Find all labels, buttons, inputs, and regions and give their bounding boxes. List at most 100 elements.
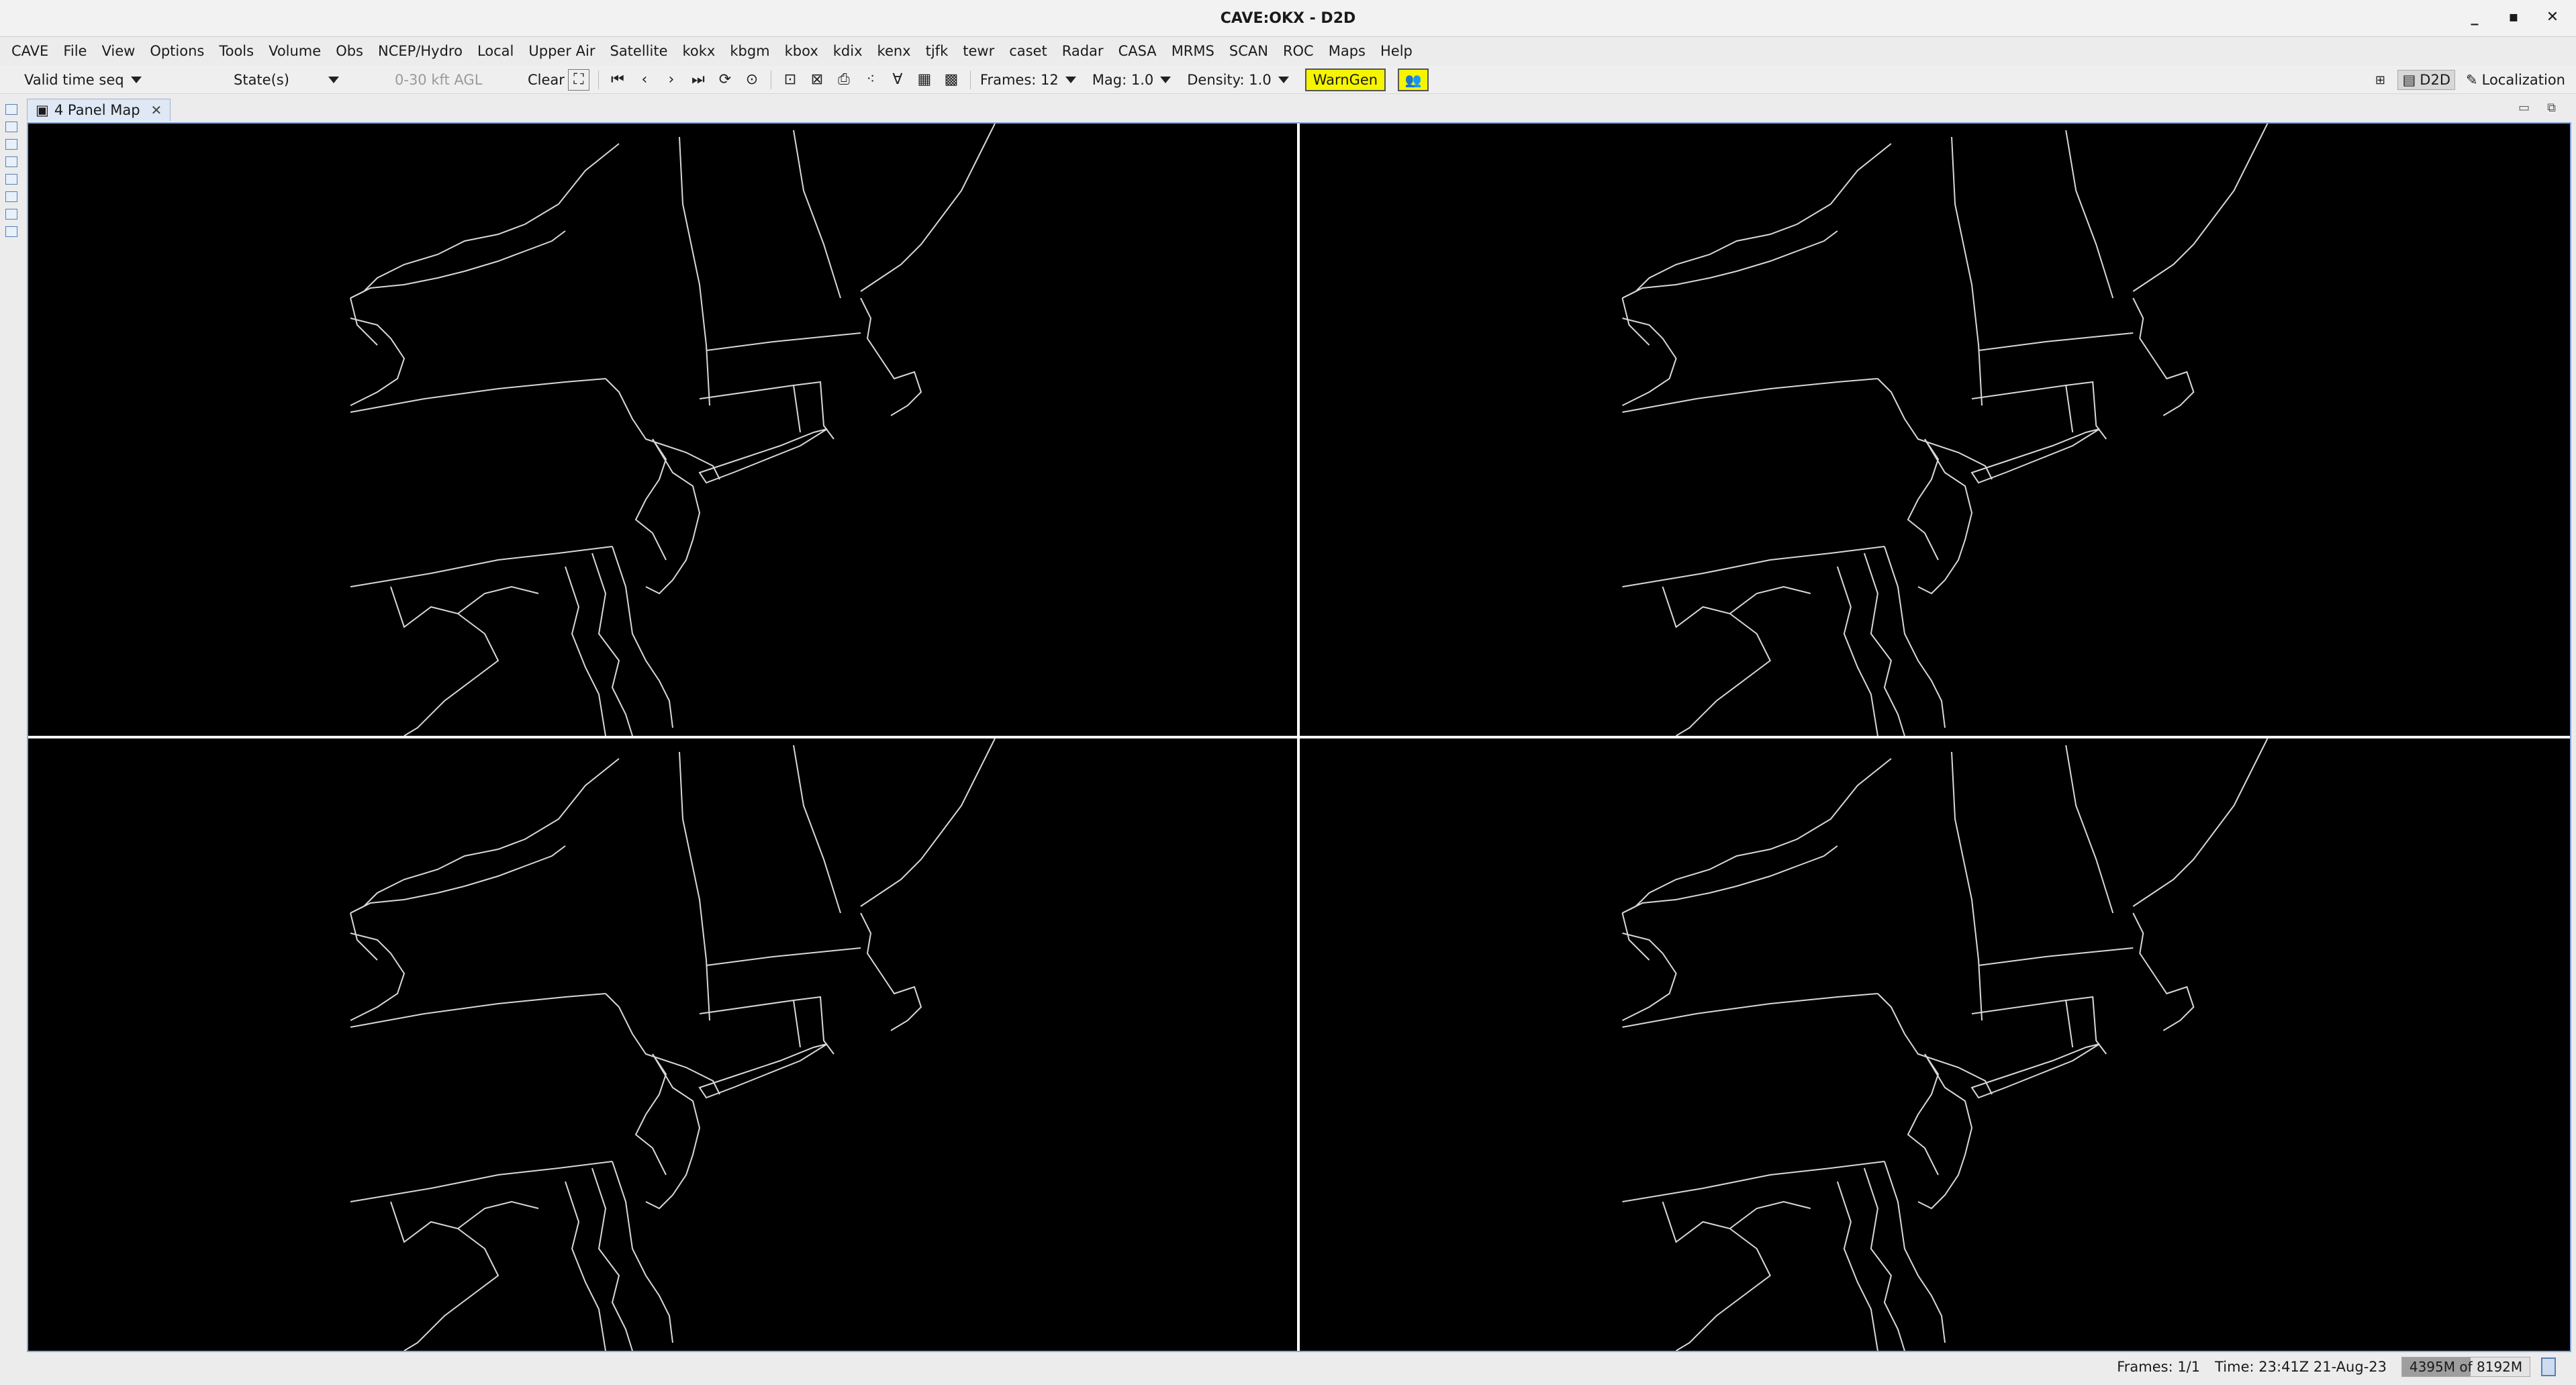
panel-layout-icon[interactable]: ▦ [914, 70, 935, 90]
warngen-button[interactable]: WarnGen [1304, 68, 1386, 91]
full-extent-icon[interactable]: ⛶ [567, 68, 589, 91]
perspective-localization[interactable]: ✎ Localization [2462, 70, 2569, 89]
minimized-view-icon[interactable] [5, 122, 17, 132]
time-status: Time: 23:41Z 21-Aug-23 [2215, 1359, 2387, 1375]
close-icon[interactable]: ✕ [2541, 5, 2564, 28]
menu-casa[interactable]: CASA [1111, 43, 1164, 59]
loop-mode-dropdown[interactable]: Valid time seq [24, 72, 158, 88]
memory-indicator: 4395M of 8192M [2401, 1357, 2530, 1377]
minimize-icon[interactable]: _ [2463, 5, 2486, 28]
menu-view[interactable]: View [94, 43, 142, 59]
menu-volume[interactable]: Volume [261, 43, 328, 59]
garbage-collect-icon[interactable] [2541, 1357, 2556, 1376]
frames-dropdown[interactable]: Frames: 12 [980, 72, 1076, 88]
density-value: Density: 1.0 [1187, 71, 1272, 88]
minimized-view-icon[interactable] [5, 191, 17, 202]
menu-kbox[interactable]: kbox [777, 43, 826, 59]
toolbar-separator [598, 70, 599, 89]
baselines-icon[interactable]: ∀ [888, 70, 908, 90]
quick-launch-button[interactable]: 👥 [1398, 68, 1429, 91]
refresh-icon[interactable]: ⊙ [742, 70, 762, 90]
density-dropdown[interactable]: Density: 1.0 [1187, 71, 1289, 88]
loop-mode-value: Valid time seq [24, 71, 124, 88]
editor-tabs: ▣ 4 Panel Map ✕ [27, 97, 171, 122]
next-frame-icon[interactable]: › [661, 70, 681, 90]
perspective-localization-label: Localization [2481, 72, 2565, 88]
scope-value: State(s) [234, 71, 289, 88]
window-titlebar: CAVE:OKX - D2D _ ▪ ✕ [0, 0, 2576, 37]
menu-roc[interactable]: ROC [1276, 43, 1321, 59]
perspective-d2d-label: D2D [2420, 72, 2450, 88]
menu-caset[interactable]: caset [1002, 43, 1055, 59]
zoom-tool-icon[interactable]: ⊡ [780, 70, 800, 90]
memory-label: 4395M of 8192M [2409, 1359, 2523, 1375]
menu-ncep-hydro[interactable]: NCEP/Hydro [371, 43, 470, 59]
menu-options[interactable]: Options [142, 43, 211, 59]
height-filter-value: 0-30 kft AGL [395, 71, 483, 88]
pan-tool-icon[interactable]: ⊠ [807, 70, 827, 90]
height-filter-dropdown[interactable]: 0-30 kft AGL [395, 72, 502, 88]
perspective-switcher: ⊞ ▤ D2D ✎ Localization [2369, 66, 2569, 94]
menu-file[interactable]: File [56, 43, 94, 59]
menu-tewr[interactable]: tewr [955, 43, 1002, 59]
state-outlines [350, 738, 996, 1351]
map-display-area[interactable] [27, 122, 2571, 1352]
map-panel-top-left[interactable] [28, 124, 1297, 736]
menu-local[interactable]: Local [470, 43, 521, 59]
map-panel-bottom-left[interactable] [28, 738, 1297, 1351]
clear-button[interactable]: Clear [528, 72, 565, 88]
menu-tools[interactable]: Tools [211, 43, 261, 59]
menu-radar[interactable]: Radar [1055, 43, 1111, 59]
menu-kokx[interactable]: kokx [675, 43, 723, 59]
maximize-icon[interactable]: ⧉ [2547, 101, 2556, 115]
restore-view-icon[interactable] [5, 209, 17, 220]
menu-upper-air[interactable]: Upper Air [521, 43, 602, 59]
tab-4-panel-map[interactable]: ▣ 4 Panel Map ✕ [27, 98, 171, 121]
four-panel-icon[interactable]: ▩ [941, 70, 961, 90]
restore-view-icon[interactable] [5, 174, 17, 185]
print-icon[interactable]: ⎙ [834, 70, 854, 90]
perspective-d2d[interactable]: ▤ D2D [2397, 70, 2455, 90]
minimize-icon[interactable]: ▭ [2518, 101, 2530, 115]
menu-help[interactable]: Help [1373, 43, 1420, 59]
main-toolbar: Valid time seq State(s) 0-30 kft AGL Cle… [0, 66, 2576, 94]
close-icon[interactable]: ✕ [151, 102, 162, 118]
mag-value: Mag: 1.0 [1092, 71, 1154, 88]
frames-status: Frames: 1/1 [2117, 1359, 2201, 1375]
map-panel-top-right[interactable] [1300, 124, 2570, 736]
minimized-view-icon[interactable] [5, 226, 17, 237]
menu-kbgm[interactable]: kbgm [722, 43, 777, 59]
first-frame-icon[interactable]: ⏮ [608, 70, 628, 90]
menu-cave[interactable]: CAVE [4, 43, 56, 59]
points-icon[interactable]: ⁖ [861, 70, 881, 90]
menu-maps[interactable]: Maps [1321, 43, 1373, 59]
previous-frame-icon[interactable]: ‹ [634, 70, 655, 90]
chevron-down-icon [328, 76, 339, 83]
maximize-icon[interactable]: ▪ [2502, 5, 2525, 28]
loop-icon[interactable]: ⟳ [715, 70, 735, 90]
minimized-views-strip [0, 97, 21, 285]
map-panel-bottom-right[interactable] [1300, 738, 2570, 1351]
state-outlines [1621, 738, 2269, 1351]
menu-obs[interactable]: Obs [328, 43, 371, 59]
menu-mrms[interactable]: MRMS [1164, 43, 1222, 59]
state-outlines [350, 124, 996, 736]
last-frame-icon[interactable]: ⏭ [688, 70, 708, 90]
menu-kenx[interactable]: kenx [870, 43, 918, 59]
state-outlines [1621, 124, 2269, 736]
menu-tjfk[interactable]: tjfk [918, 43, 956, 59]
tab-label: 4 Panel Map [54, 101, 140, 118]
scope-dropdown[interactable]: State(s) [234, 72, 361, 88]
menu-satellite[interactable]: Satellite [602, 43, 675, 59]
statusbar: Frames: 1/1 Time: 23:41Z 21-Aug-23 4395M… [0, 1353, 2576, 1380]
minimized-view-icon[interactable] [5, 156, 17, 167]
open-perspective-icon[interactable]: ⊞ [2373, 70, 2387, 90]
restore-view-icon[interactable] [5, 104, 17, 115]
panel-divider-vertical [1297, 124, 1300, 1351]
menu-scan[interactable]: SCAN [1222, 43, 1276, 59]
chevron-down-icon [1160, 76, 1172, 83]
menu-kdix[interactable]: kdix [826, 43, 870, 59]
chevron-down-icon [1278, 76, 1289, 83]
restore-view-icon[interactable] [5, 139, 17, 150]
mag-dropdown[interactable]: Mag: 1.0 [1092, 71, 1172, 88]
